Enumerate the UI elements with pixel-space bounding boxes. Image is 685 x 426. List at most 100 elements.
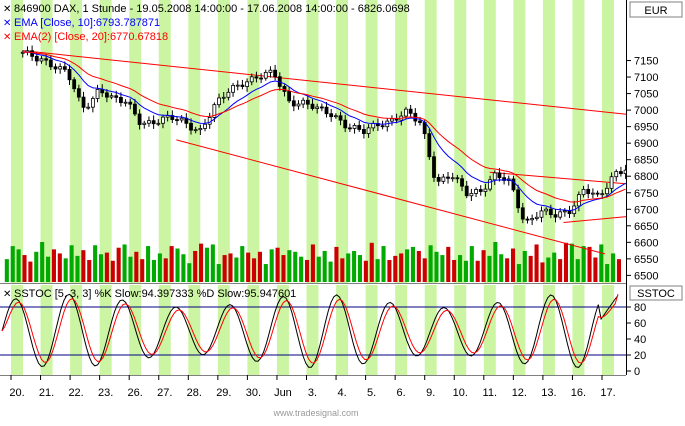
- candle-body: [305, 99, 310, 105]
- volume-bar: [469, 246, 474, 282]
- volume-bar: [40, 242, 45, 282]
- close-icon[interactable]: ✕: [3, 4, 11, 15]
- candle-body: [53, 66, 58, 70]
- stoch-tick-label: 60: [634, 318, 646, 330]
- volume-bar: [416, 250, 421, 282]
- candle-body: [474, 189, 478, 194]
- candle-body: [478, 189, 483, 192]
- candle-body: [123, 101, 128, 104]
- volume-bar: [269, 249, 274, 282]
- candle-body: [259, 77, 263, 80]
- volume-bar: [193, 250, 198, 282]
- candle-body: [511, 178, 516, 191]
- candle-body: [273, 69, 278, 78]
- session-band: [513, 285, 526, 375]
- time-tick-label: 3.: [308, 387, 317, 399]
- volume-bar: [204, 247, 209, 282]
- time-tick-label: 23.: [98, 387, 113, 399]
- session-band: [572, 0, 585, 283]
- price-tick-label: 6800: [634, 171, 658, 183]
- time-tick-label: Jun: [274, 387, 292, 399]
- candle-body: [319, 106, 324, 109]
- volume-bar: [122, 244, 127, 282]
- candle-body: [581, 188, 586, 196]
- price-tick-label: 6650: [634, 221, 658, 233]
- volume-bar: [222, 255, 227, 282]
- volume-bar: [528, 255, 533, 282]
- volume-bar: [393, 255, 398, 282]
- candle-body: [483, 188, 488, 192]
- candle-body: [562, 210, 567, 213]
- volume-bar: [287, 250, 292, 282]
- candle-body: [156, 122, 161, 125]
- volume-bar: [98, 254, 104, 282]
- price-tick-label: 6600: [634, 237, 658, 249]
- volume-bar: [216, 264, 221, 282]
- candle-body: [114, 95, 119, 98]
- candle-body: [586, 188, 591, 195]
- volume-bar: [134, 251, 139, 282]
- close-icon[interactable]: ✕: [3, 289, 11, 300]
- candle-body: [291, 100, 296, 107]
- time-tick-label: 20.: [9, 387, 24, 399]
- candle-body: [240, 84, 245, 87]
- volume-bar: [128, 256, 133, 282]
- candle-body: [90, 98, 95, 108]
- price-tick-label: 6550: [634, 254, 658, 266]
- price-tick-label: 6900: [634, 138, 658, 150]
- candle-body: [329, 113, 334, 118]
- candle-body: [72, 79, 77, 90]
- volume-bar: [246, 252, 251, 282]
- close-icon[interactable]: ✕: [3, 32, 11, 43]
- volume-bar: [340, 258, 345, 282]
- volume-bar: [81, 250, 86, 282]
- volume-bar: [210, 244, 215, 282]
- candle-body: [338, 115, 343, 121]
- candle-body: [221, 96, 226, 99]
- candle-body: [137, 113, 142, 125]
- volume-bar: [299, 256, 304, 282]
- candle-body: [268, 69, 273, 73]
- time-tick-label: 29.: [216, 387, 231, 399]
- volume-bar: [475, 260, 480, 282]
- session-band: [188, 0, 201, 283]
- candle-body: [595, 192, 600, 195]
- candle-body: [390, 118, 394, 122]
- volume-bar: [505, 258, 510, 282]
- volume-bar: [22, 255, 27, 282]
- volume-bar: [569, 243, 574, 282]
- session-band: [542, 285, 555, 375]
- volume-bar: [611, 253, 616, 282]
- session-band: [513, 0, 526, 283]
- price-tick-label: 6750: [634, 188, 658, 200]
- candle-body: [600, 193, 605, 196]
- price-tick-label: 7100: [634, 72, 658, 84]
- volume-bar: [410, 246, 415, 282]
- session-band: [602, 285, 614, 375]
- candle-body: [95, 89, 100, 99]
- candle-body: [352, 125, 357, 129]
- candle-body: [333, 115, 338, 118]
- session-band: [454, 0, 467, 283]
- candle-body: [567, 210, 572, 215]
- time-tick-label: 16.: [571, 387, 586, 399]
- close-icon[interactable]: ✕: [3, 18, 11, 29]
- candle-body: [619, 171, 623, 175]
- candle-body: [553, 214, 558, 218]
- candle-body: [282, 86, 287, 92]
- session-band: [276, 0, 289, 283]
- volume-bar: [434, 251, 439, 282]
- volume-bar: [463, 260, 468, 282]
- time-tick-label: 26.: [128, 387, 143, 399]
- candle-body: [133, 103, 137, 115]
- volume-bar: [63, 258, 68, 282]
- session-band: [365, 285, 378, 375]
- candle-body: [254, 76, 259, 79]
- volume-bar: [605, 264, 610, 282]
- time-tick-label: 21.: [39, 387, 54, 399]
- stoch-tick-label: 80: [634, 302, 646, 314]
- volume-bar: [546, 257, 551, 282]
- candle-body: [492, 172, 497, 181]
- candle-body: [39, 58, 44, 62]
- candle-body: [455, 177, 460, 180]
